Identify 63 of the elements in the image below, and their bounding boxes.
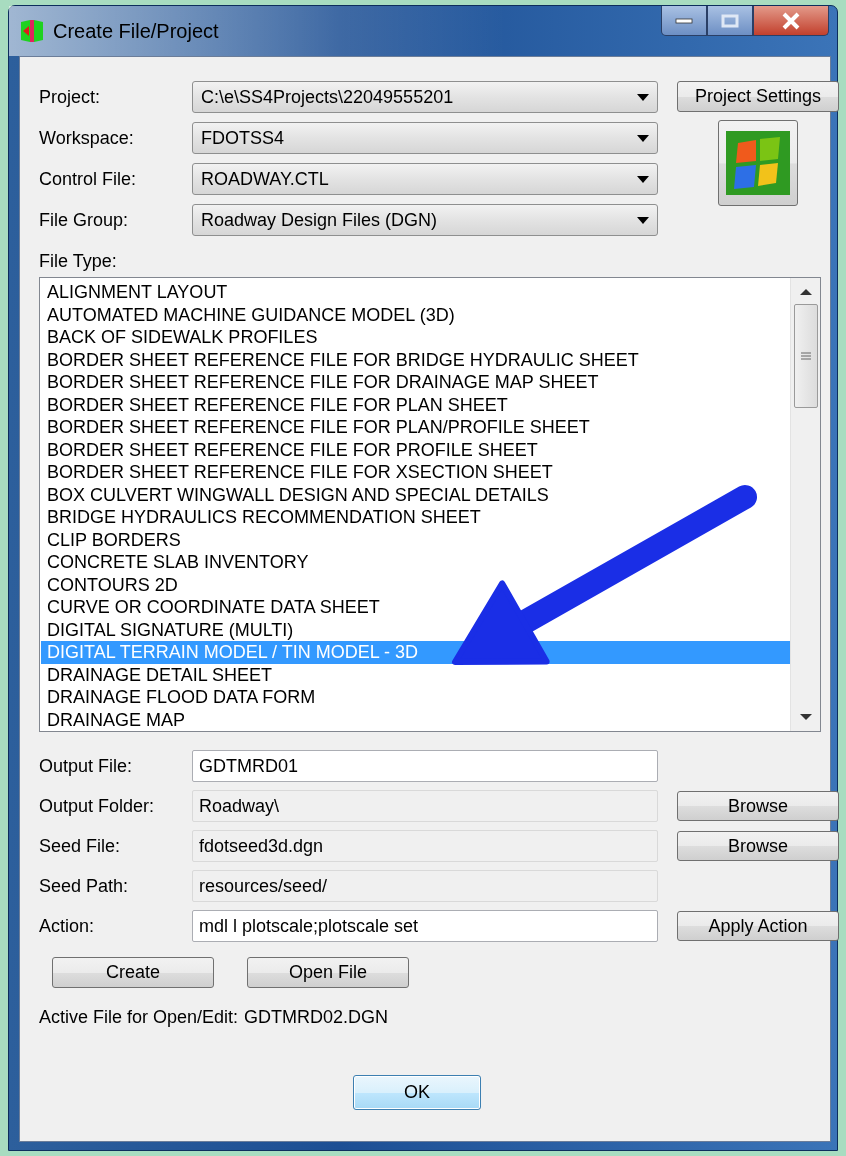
list-item[interactable]: ALIGNMENT LAYOUT bbox=[41, 281, 790, 304]
dropdown[interactable]: Roadway Design Files (DGN) bbox=[192, 204, 658, 236]
dropdown-value: Roadway Design Files (DGN) bbox=[201, 208, 438, 232]
list-item[interactable]: BORDER SHEET REFERENCE FILE FOR DRAINAGE MAP SHEET bbox=[41, 371, 790, 394]
create-button[interactable]: Create bbox=[52, 957, 214, 988]
text-field[interactable]: GDTMRD01 bbox=[192, 750, 658, 782]
field-label: Action: bbox=[39, 914, 96, 938]
open-file-button[interactable]: Open File bbox=[247, 957, 409, 988]
field-label: Output File: bbox=[39, 754, 134, 778]
close-button[interactable] bbox=[753, 6, 829, 36]
dropdown-arrow-icon bbox=[637, 93, 649, 101]
list-item[interactable]: BRIDGE HYDRAULICS RECOMMENDATION SHEET bbox=[41, 506, 790, 529]
field-label: Output Folder: bbox=[39, 794, 156, 818]
scroll-down-icon[interactable] bbox=[799, 713, 812, 721]
apply-action-button[interactable]: Apply Action bbox=[677, 911, 839, 941]
list-item[interactable]: BOX CULVERT WINGWALL DESIGN AND SPECIAL DETAILS bbox=[41, 483, 790, 506]
project-settings-button[interactable]: Project Settings bbox=[677, 81, 839, 112]
four-tiles-icon bbox=[726, 131, 790, 195]
dropdown-value: ROADWAY.CTL bbox=[201, 167, 329, 191]
dropdown-arrow-icon bbox=[637, 134, 649, 142]
maximize-icon bbox=[721, 13, 739, 28]
field-label: File Group: bbox=[39, 208, 130, 232]
list-item[interactable]: CONTOURS 2D bbox=[41, 573, 790, 596]
list-item[interactable]: BORDER SHEET REFERENCE FILE FOR PLAN/PROFILE SHEET bbox=[41, 416, 790, 439]
field-label: File Type: bbox=[39, 249, 118, 273]
dropdown-arrow-icon bbox=[637, 175, 649, 183]
list-item[interactable]: DIGITAL SIGNATURE (MULTI) bbox=[41, 618, 790, 641]
field-label: Project: bbox=[39, 85, 102, 109]
list-item[interactable]: CONCRETE SLAB INVENTORY bbox=[41, 551, 790, 574]
minimize-icon bbox=[675, 17, 693, 24]
list-item[interactable]: BACK OF SIDEWALK PROFILES bbox=[41, 326, 790, 349]
field-label: Seed File: bbox=[39, 834, 122, 858]
dropdown[interactable]: ROADWAY.CTL bbox=[192, 163, 658, 195]
list-item[interactable]: AUTOMATED MACHINE GUIDANCE MODEL (3D) bbox=[41, 303, 790, 326]
list-item[interactable]: BORDER SHEET REFERENCE FILE FOR PROFILE SHEET bbox=[41, 438, 790, 461]
window-title: Create File/Project bbox=[53, 19, 219, 44]
list-item[interactable]: DRAINAGE MAP bbox=[41, 708, 790, 731]
list-item[interactable]: DRAINAGE DETAIL SHEET bbox=[41, 663, 790, 686]
status-label: Active File for Open/Edit: bbox=[39, 1006, 239, 1029]
list-item[interactable]: BORDER SHEET REFERENCE FILE FOR BRIDGE HYDRAULIC SHEET bbox=[41, 348, 790, 371]
field-label: Control File: bbox=[39, 167, 138, 191]
dropdown[interactable]: C:\e\SS4Projects\22049555201 bbox=[192, 81, 658, 113]
maximize-button[interactable] bbox=[707, 6, 753, 36]
dropdown[interactable]: FDOTSS4 bbox=[192, 122, 658, 154]
dropdown-value: C:\e\SS4Projects\22049555201 bbox=[201, 85, 454, 109]
list-item[interactable]: BORDER SHEET REFERENCE FILE FOR PLAN SHEET bbox=[41, 393, 790, 416]
list-item[interactable]: BORDER SHEET REFERENCE FILE FOR XSECTION SHEET bbox=[41, 461, 790, 484]
close-icon bbox=[781, 11, 801, 30]
scrollbar-thumb[interactable] bbox=[793, 304, 818, 408]
field-label: Seed Path: bbox=[39, 874, 130, 898]
list-item[interactable]: CLIP BORDERS bbox=[41, 528, 790, 551]
text-field[interactable]: mdl l plotscale;plotscale set bbox=[192, 910, 658, 942]
list-item[interactable]: DRAINAGE FLOOD DATA FORM bbox=[41, 686, 790, 709]
logo-button[interactable] bbox=[718, 120, 798, 206]
app-icon bbox=[19, 18, 45, 44]
dropdown-value: FDOTSS4 bbox=[201, 126, 284, 150]
minimize-button[interactable] bbox=[661, 6, 707, 36]
ok-button[interactable]: OK bbox=[353, 1075, 481, 1110]
field-label: Workspace: bbox=[39, 126, 135, 150]
list-item[interactable]: CURVE OR COORDINATE DATA SHEET bbox=[41, 596, 790, 619]
status-value: GDTMRD02.DGN bbox=[244, 1006, 389, 1029]
scroll-up-icon[interactable] bbox=[799, 288, 812, 296]
dropdown-arrow-icon bbox=[637, 216, 649, 224]
